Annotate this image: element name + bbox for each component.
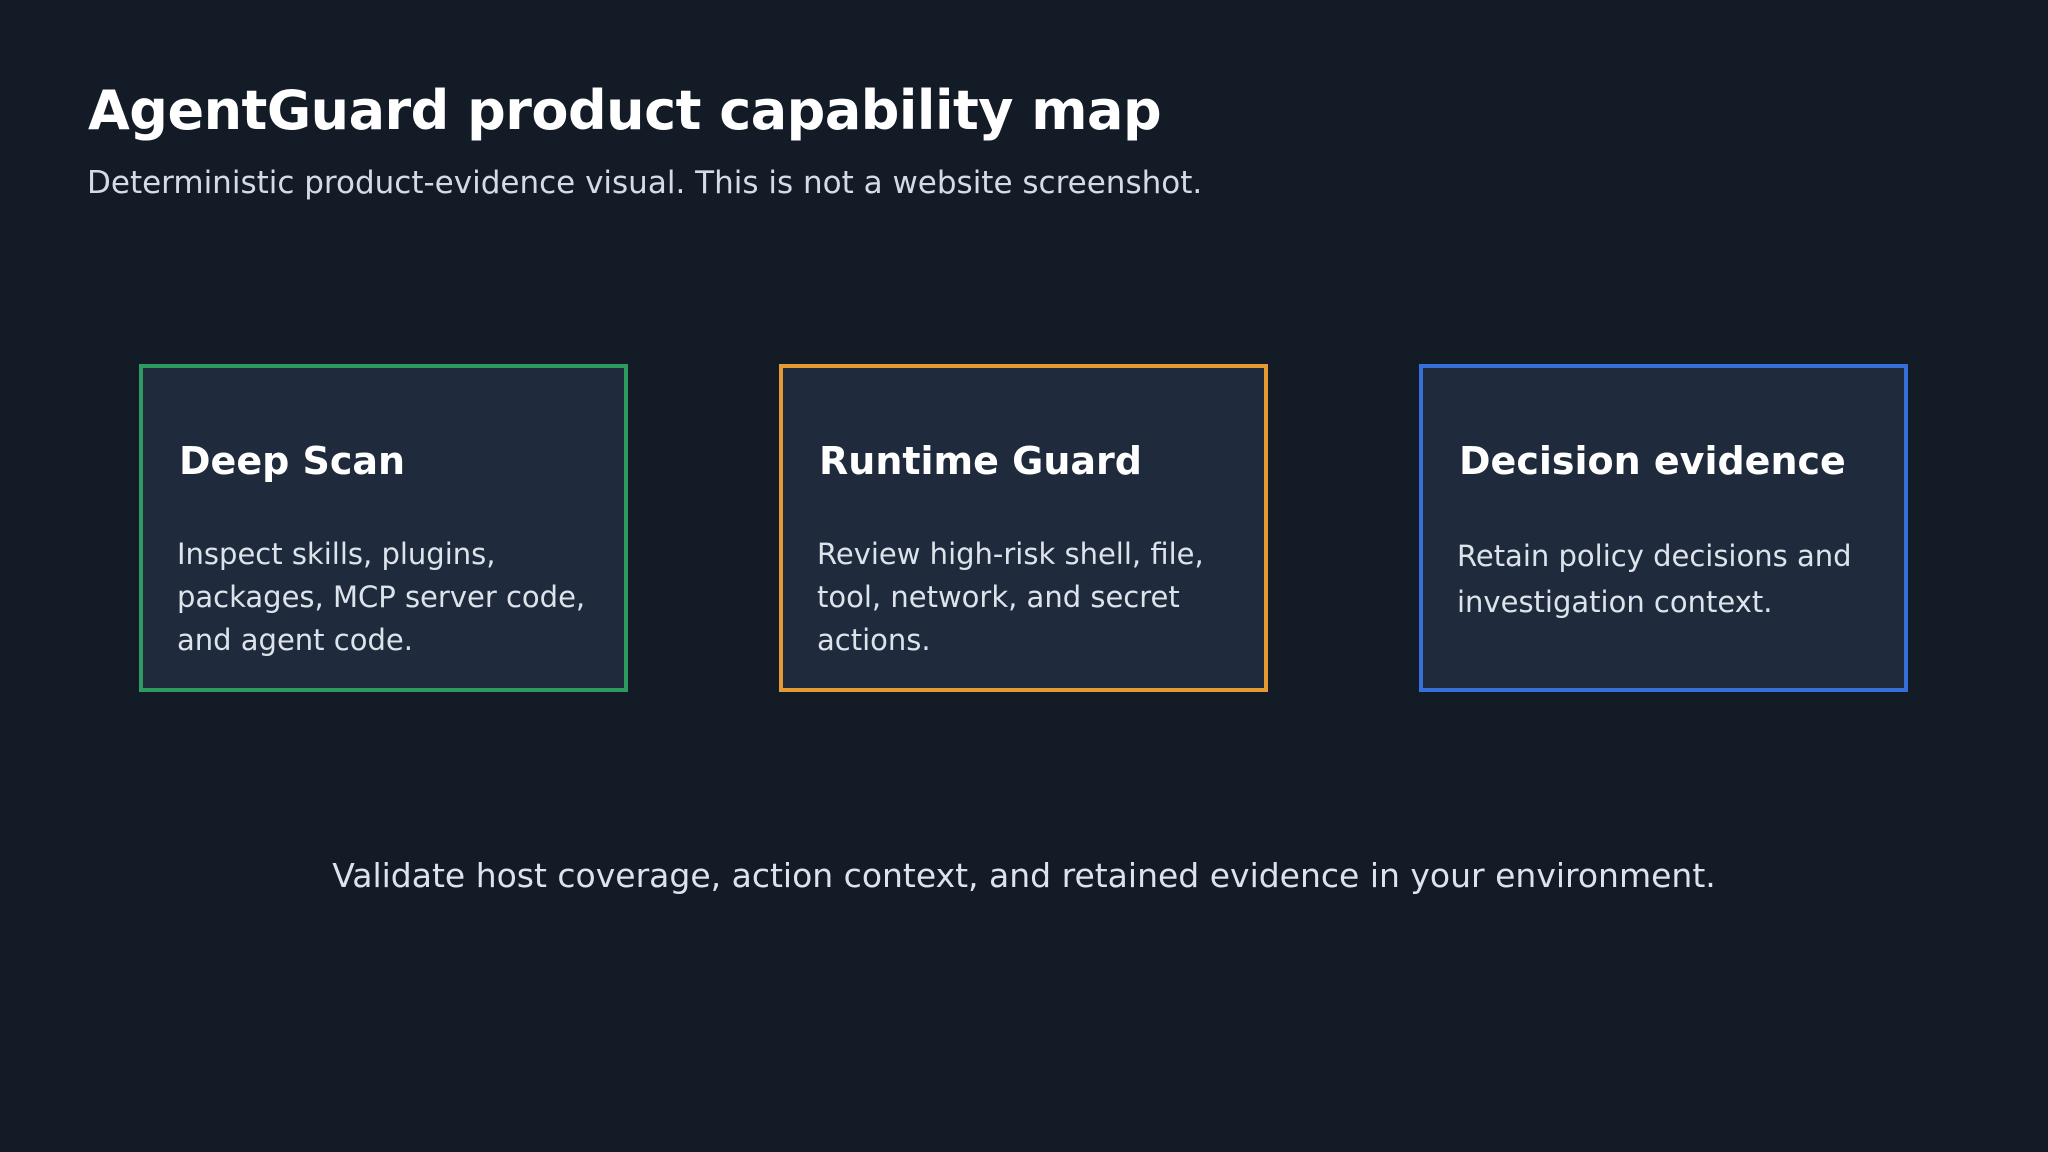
card-title: Decision evidence bbox=[1459, 439, 1846, 483]
card-title: Deep Scan bbox=[179, 439, 406, 483]
card-description: Retain policy decisions and investigatio… bbox=[1457, 539, 1852, 619]
card-decision-evidence: Decision evidence Retain policy decision… bbox=[1419, 364, 1908, 692]
page-title: AgentGuard product capability map bbox=[88, 79, 1162, 142]
page-subtitle: Deterministic product-evidence visual. T… bbox=[87, 165, 1203, 201]
card-deep-scan: Deep Scan Inspect skills, plugins, packa… bbox=[139, 364, 628, 692]
card-title: Runtime Guard bbox=[819, 439, 1142, 483]
card-description: Inspect skills, plugins, packages, MCP s… bbox=[177, 537, 586, 657]
card-runtime-guard: Runtime Guard Review high-risk shell, fi… bbox=[779, 364, 1268, 692]
capability-map-page: { "header": { "title": "AgentGuard produ… bbox=[0, 0, 2048, 1152]
footer-note: Validate host coverage, action context, … bbox=[332, 856, 1716, 895]
card-description: Review high-risk shell, file, tool, netw… bbox=[817, 537, 1204, 657]
